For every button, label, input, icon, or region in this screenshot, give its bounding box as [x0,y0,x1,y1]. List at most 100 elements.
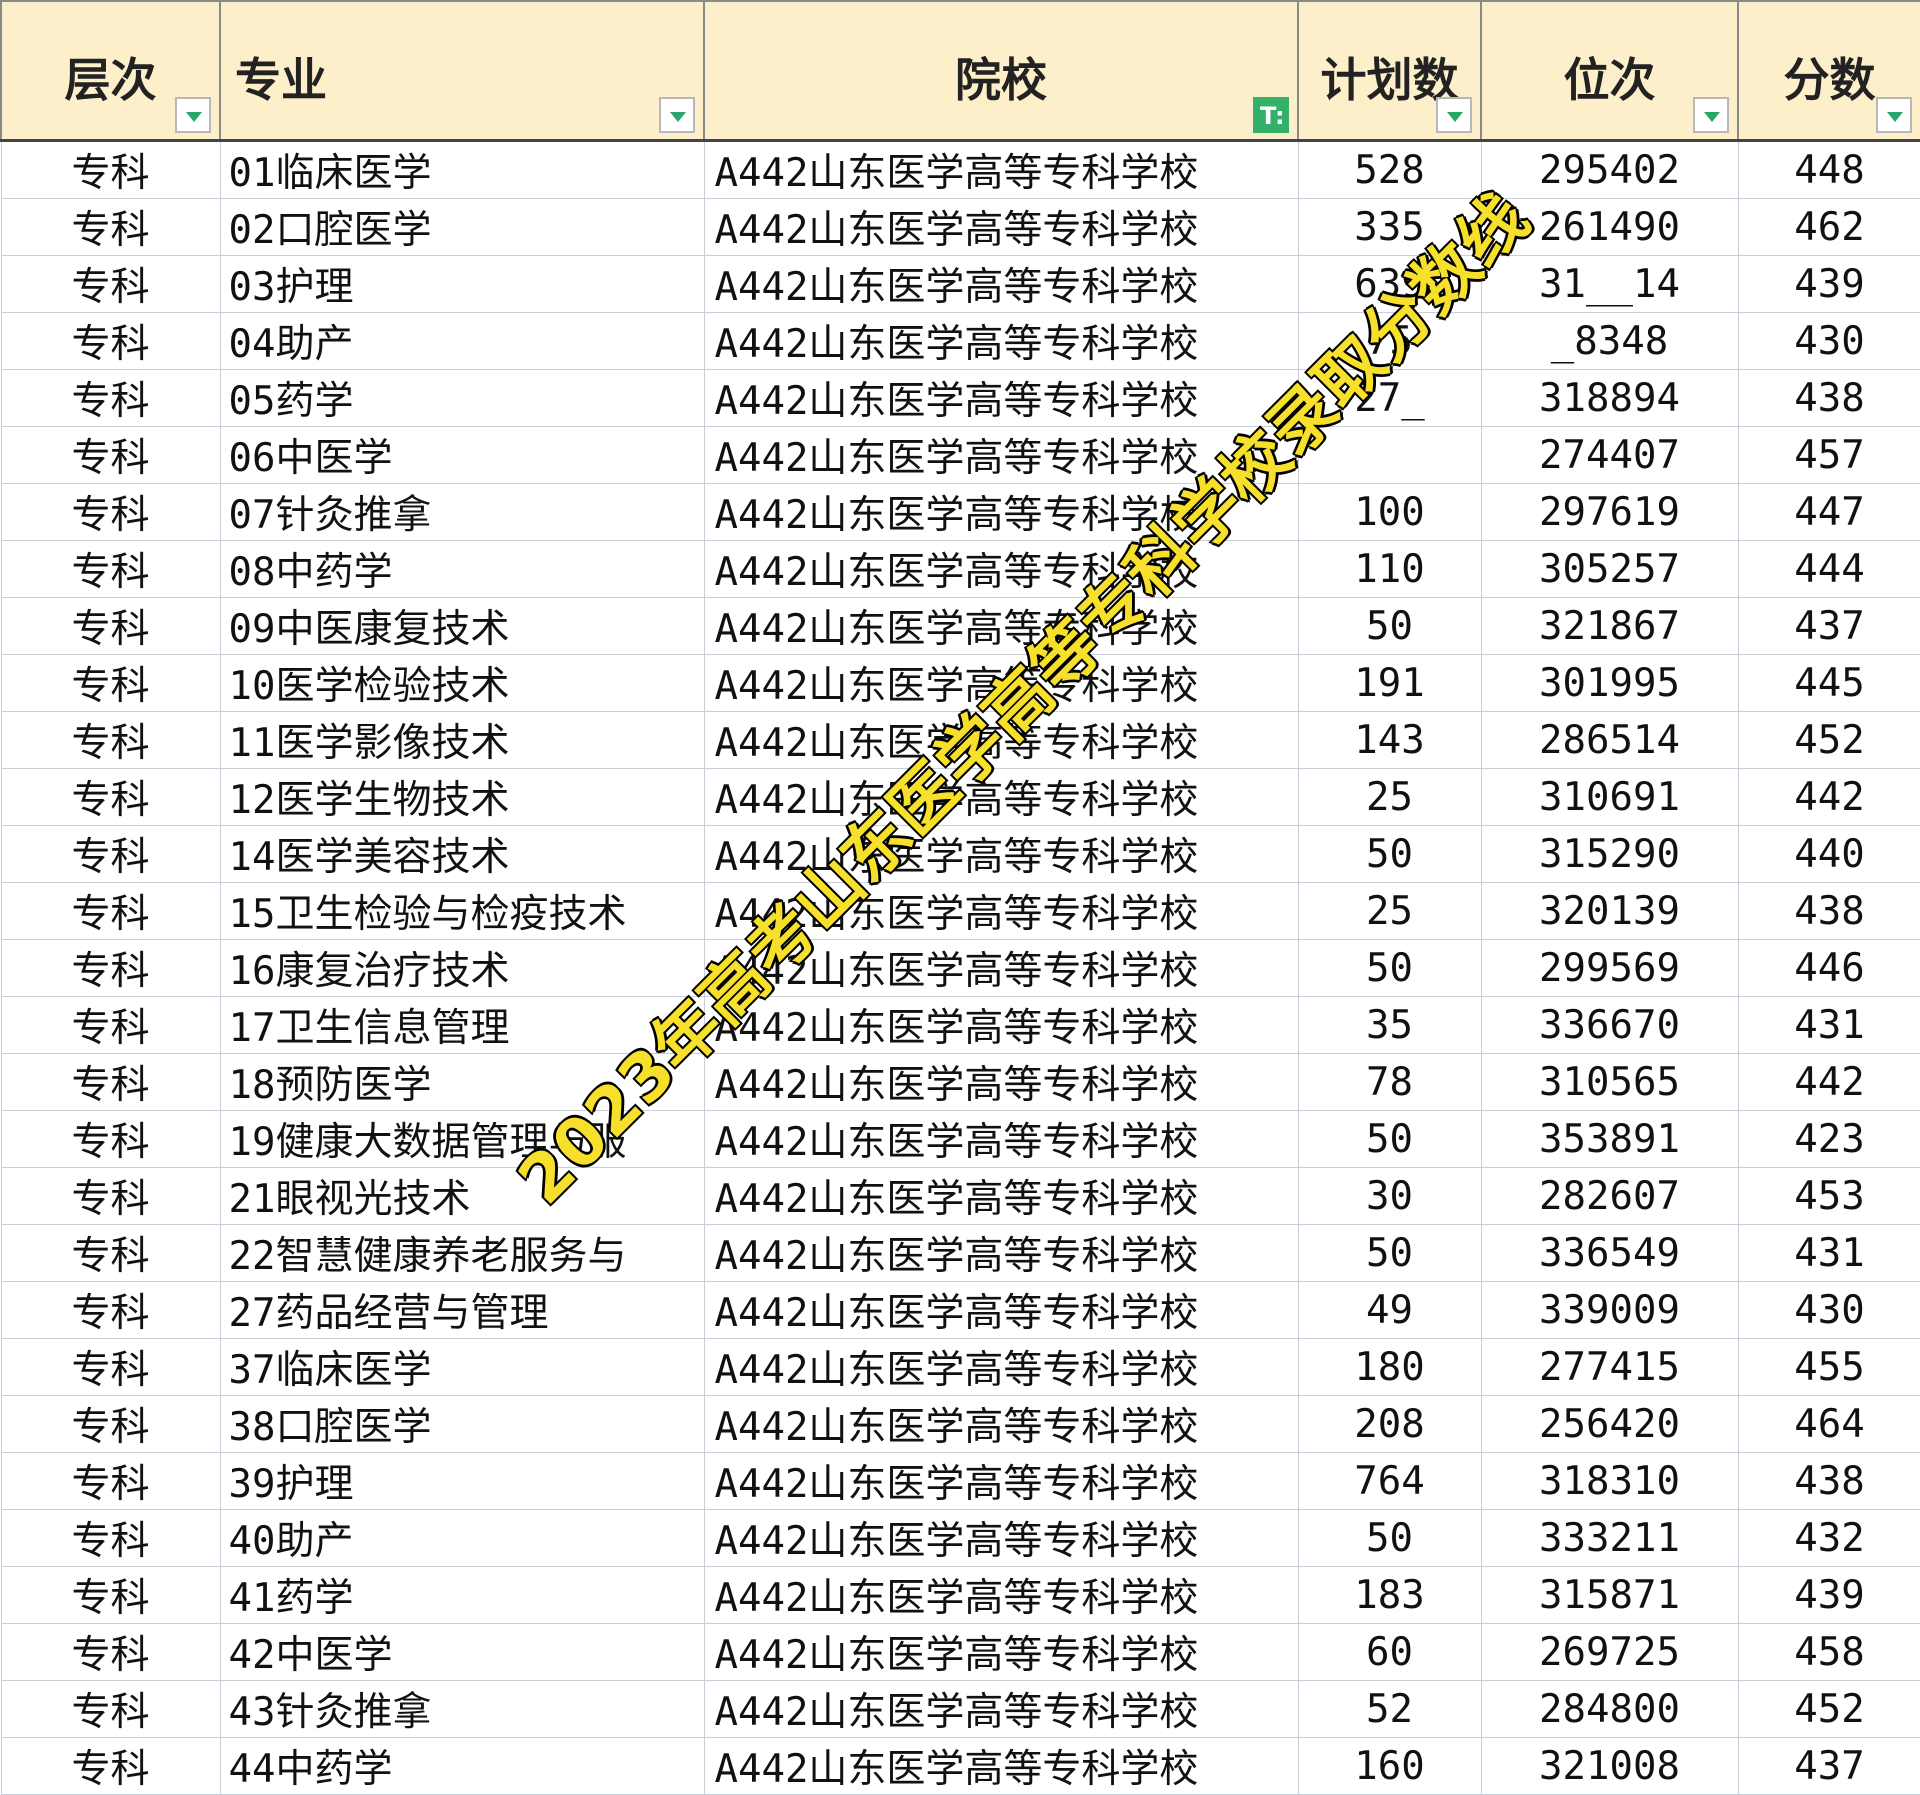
cell-school[interactable]: A442山东医学高等专科学校 [703,255,1299,313]
cell-score[interactable]: 447 [1737,483,1920,541]
cell-major[interactable]: 41药学 [219,1566,705,1624]
cell-major[interactable]: 09中医康复技术 [219,597,705,655]
cell-rank[interactable]: 336549 [1480,1224,1739,1282]
cell-major[interactable]: 06中医学 [219,426,705,484]
cell-plan[interactable]: 50 [1297,1509,1482,1567]
cell-school[interactable]: A442山东医学高等专科学校 [703,198,1299,256]
cell-rank[interactable]: 286514 [1480,711,1739,769]
cell-major[interactable]: 12医学生物技术 [219,768,705,826]
cell-level[interactable]: 专科 [0,140,221,199]
header-rank[interactable]: 位次 [1480,0,1739,142]
cell-major[interactable]: 15卫生检验与检疫技术 [219,882,705,940]
table-row[interactable]: 专科 19健康大数据管理与服 A442山东医学高等专科学校 50 353891 423 [0,1110,1920,1168]
filter-dropdown-icon[interactable] [175,97,211,133]
cell-rank[interactable]: 321008 [1480,1737,1739,1795]
cell-plan[interactable]: 50 [1297,1224,1482,1282]
table-row[interactable]: 专科 02口腔医学 A442山东医学高等专科学校 335 261490 462 [0,198,1920,256]
table-row[interactable]: 专科 37临床医学 A442山东医学高等专科学校 180 277415 455 [0,1338,1920,1396]
table-row[interactable]: 专科 17卫生信息管理 A442山东医学高等专科学校 35 336670 431 [0,996,1920,1054]
cell-plan[interactable]: 183 [1297,1566,1482,1624]
cell-rank[interactable]: 318310 [1480,1452,1739,1510]
cell-plan[interactable]: 100 [1297,483,1482,541]
cell-major[interactable]: 10医学检验技术 [219,654,705,712]
cell-rank[interactable]: 282607 [1480,1167,1739,1225]
cell-school[interactable]: A442山东医学高等专科学校 [703,1110,1299,1168]
cell-plan[interactable]: 180 [1297,1338,1482,1396]
cell-major[interactable]: 38口腔医学 [219,1395,705,1453]
cell-plan[interactable]: 25 [1297,882,1482,940]
cell-score[interactable]: 452 [1737,711,1920,769]
filter-dropdown-icon[interactable] [1436,97,1472,133]
table-row[interactable]: 专科 05药学 A442山东医学高等专科学校 27_ 318894 438 [0,369,1920,427]
cell-score[interactable]: 455 [1737,1338,1920,1396]
cell-rank[interactable]: 321867 [1480,597,1739,655]
cell-level[interactable]: 专科 [0,882,221,940]
cell-level[interactable]: 专科 [0,1338,221,1396]
cell-rank[interactable]: 301995 [1480,654,1739,712]
table-row[interactable]: 专科 43针灸推拿 A442山东医学高等专科学校 52 284800 452 [0,1680,1920,1738]
cell-plan[interactable]: 160 [1297,1737,1482,1795]
cell-school[interactable]: A442山东医学高等专科学校 [703,369,1299,427]
cell-major[interactable]: 16康复治疗技术 [219,939,705,997]
cell-major[interactable]: 27药品经营与管理 [219,1281,705,1339]
cell-rank[interactable]: _8348 [1480,312,1739,370]
cell-school[interactable]: A442山东医学高等专科学校 [703,1680,1299,1738]
cell-major[interactable]: 43针灸推拿 [219,1680,705,1738]
cell-plan[interactable]: 208 [1297,1395,1482,1453]
cell-level[interactable]: 专科 [0,1452,221,1510]
table-row[interactable]: 专科 16康复治疗技术 A442山东医学高等专科学校 50 299569 446 [0,939,1920,997]
cell-major[interactable]: 08中药学 [219,540,705,598]
cell-rank[interactable]: 269725 [1480,1623,1739,1681]
cell-level[interactable]: 专科 [0,654,221,712]
cell-rank[interactable]: 277415 [1480,1338,1739,1396]
cell-score[interactable]: 462 [1737,198,1920,256]
cell-level[interactable]: 专科 [0,1623,221,1681]
cell-major[interactable]: 07针灸推拿 [219,483,705,541]
cell-rank[interactable]: 305257 [1480,540,1739,598]
cell-school[interactable]: A442山东医学高等专科学校 [703,1395,1299,1453]
cell-rank[interactable]: 339009 [1480,1281,1739,1339]
cell-plan[interactable]: 78 [1297,1053,1482,1111]
cell-rank[interactable]: 299569 [1480,939,1739,997]
cell-level[interactable]: 专科 [0,1395,221,1453]
cell-score[interactable]: 448 [1737,140,1920,199]
table-row[interactable]: 专科 27药品经营与管理 A442山东医学高等专科学校 49 339009 430 [0,1281,1920,1339]
cell-level[interactable]: 专科 [0,255,221,313]
table-row[interactable]: 专科 15卫生检验与检疫技术 A442山东医学高等专科学校 25 320139 438 [0,882,1920,940]
cell-school[interactable]: A442山东医学高等专科学校 [703,1566,1299,1624]
table-row[interactable]: 专科 18预防医学 A442山东医学高等专科学校 78 310565 442 [0,1053,1920,1111]
cell-rank[interactable]: 333211 [1480,1509,1739,1567]
cell-major[interactable]: 02口腔医学 [219,198,705,256]
cell-score[interactable]: 423 [1737,1110,1920,1168]
header-level[interactable]: 层次 [0,0,221,142]
cell-score[interactable]: 432 [1737,1509,1920,1567]
cell-level[interactable]: 专科 [0,483,221,541]
cell-school[interactable]: A442山东医学高等专科学校 [703,1167,1299,1225]
cell-major[interactable]: 04助产 [219,312,705,370]
cell-score[interactable]: 437 [1737,597,1920,655]
cell-plan[interactable]: 50 [1297,825,1482,883]
cell-school[interactable]: A442山东医学高等专科学校 [703,1338,1299,1396]
cell-plan[interactable]: 25 [1297,768,1482,826]
cell-score[interactable]: 453 [1737,1167,1920,1225]
table-row[interactable]: 专科 38口腔医学 A442山东医学高等专科学校 208 256420 464 [0,1395,1920,1453]
cell-plan[interactable]: 49 [1297,1281,1482,1339]
cell-plan[interactable]: 50 [1297,939,1482,997]
cell-rank[interactable]: 274407 [1480,426,1739,484]
cell-level[interactable]: 专科 [0,1509,221,1567]
cell-plan[interactable]: 52 [1297,1680,1482,1738]
cell-major[interactable]: 39护理 [219,1452,705,1510]
cell-score[interactable]: 442 [1737,1053,1920,1111]
cell-school[interactable]: A442山东医学高等专科学校 [703,1509,1299,1567]
cell-plan[interactable]: 50 [1297,597,1482,655]
table-row[interactable]: 专科 22智慧健康养老服务与 A442山东医学高等专科学校 50 336549 431 [0,1224,1920,1282]
cell-score[interactable]: 438 [1737,369,1920,427]
cell-major[interactable]: 22智慧健康养老服务与 [219,1224,705,1282]
cell-rank[interactable]: 353891 [1480,1110,1739,1168]
header-score[interactable]: 分数 [1737,0,1920,142]
cell-rank[interactable]: 315290 [1480,825,1739,883]
cell-level[interactable]: 专科 [0,426,221,484]
cell-score[interactable]: 457 [1737,426,1920,484]
cell-major[interactable]: 40助产 [219,1509,705,1567]
cell-major[interactable]: 14医学美容技术 [219,825,705,883]
